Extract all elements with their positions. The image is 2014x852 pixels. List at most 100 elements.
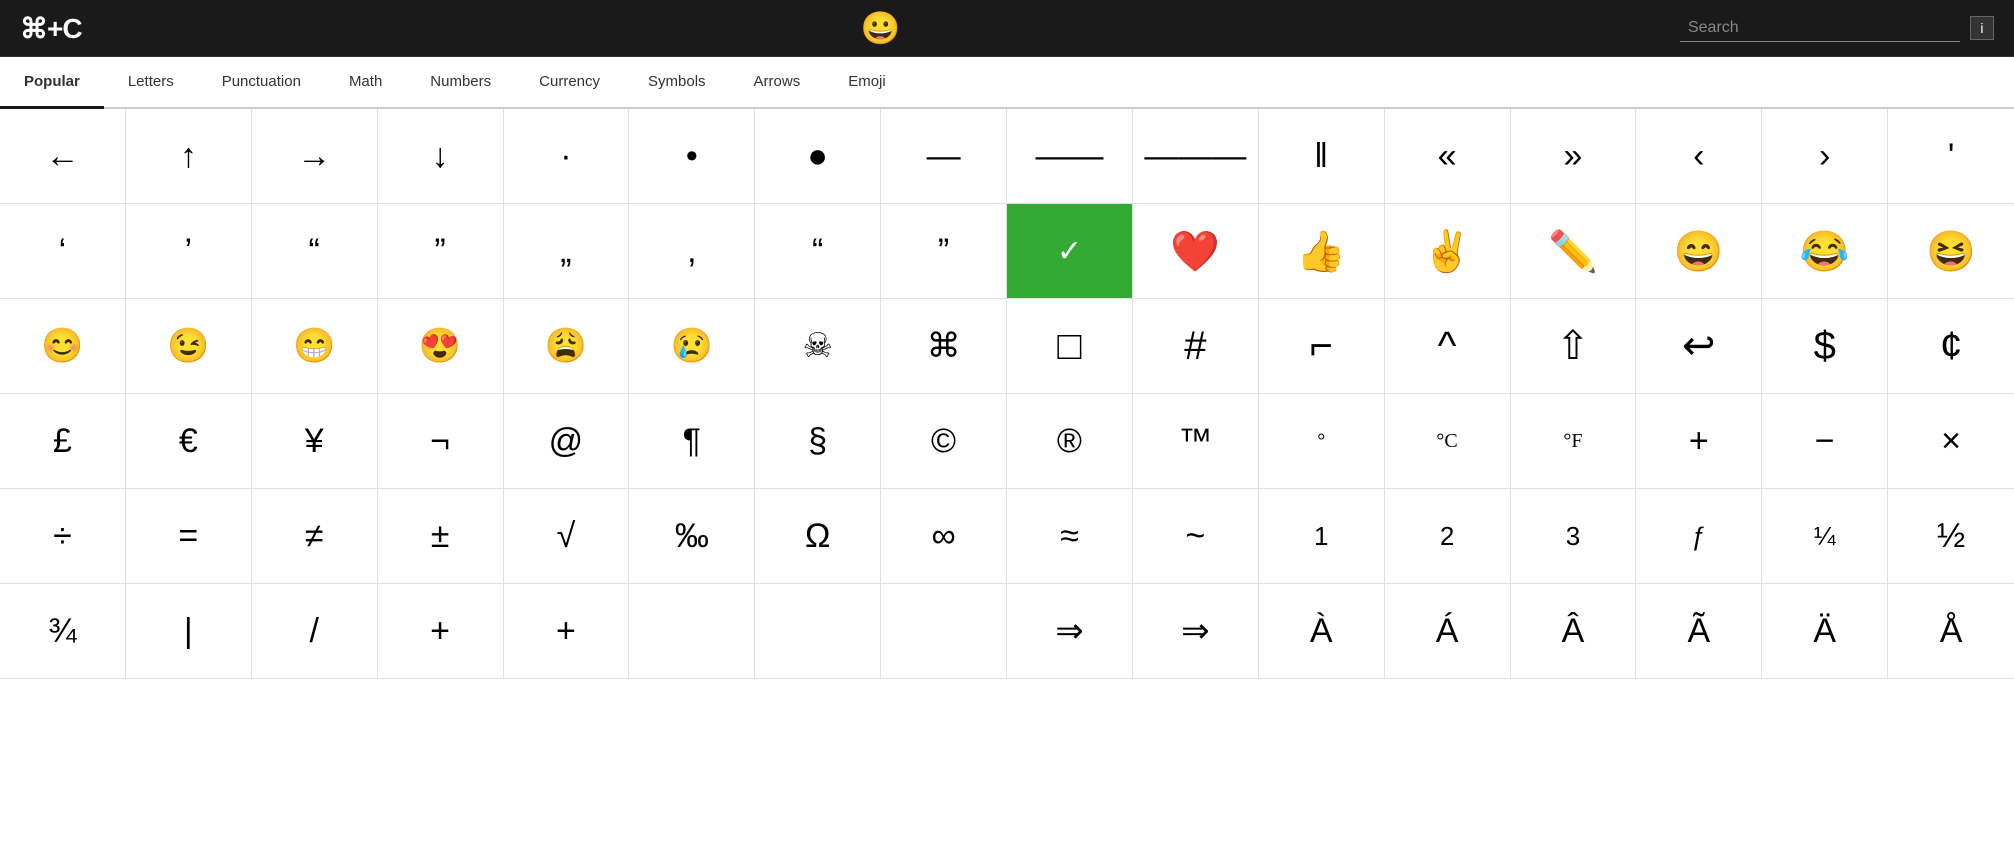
symbol-cell[interactable]: ⌐ [1259,299,1385,394]
symbol-cell[interactable]: + [1636,394,1762,489]
nav-item-letters[interactable]: Letters [104,57,198,109]
symbol-cell[interactable]: ” [881,204,1007,299]
symbol-cell[interactable]: ~ [1133,489,1259,584]
symbol-cell[interactable]: ✓ [1007,204,1133,299]
symbol-cell[interactable]: ← [0,109,126,204]
search-input[interactable] [1680,15,1960,42]
symbol-cell[interactable]: ——— [1133,109,1259,204]
symbol-cell[interactable]: ‖ [1259,109,1385,204]
symbol-cell[interactable]: Á [1385,584,1511,679]
symbol-cell[interactable]: › [1762,109,1888,204]
symbol-cell[interactable]: + [378,584,504,679]
symbol-cell[interactable]: “ [755,204,881,299]
symbol-cell[interactable]: 😉 [126,299,252,394]
symbol-cell[interactable]: § [755,394,881,489]
symbol-cell[interactable]: © [881,394,1007,489]
symbol-cell[interactable]: Å [1888,584,2014,679]
symbol-cell[interactable]: £ [0,394,126,489]
symbol-cell[interactable]: ↑ [126,109,252,204]
symbol-cell[interactable]: ™ [1133,394,1259,489]
symbol-cell[interactable]: ¢ [1888,299,2014,394]
symbol-cell[interactable]: ¶ [629,394,755,489]
symbol-cell[interactable]: · [504,109,630,204]
info-button[interactable]: i [1970,16,1994,40]
symbol-cell[interactable]: ⌘ [881,299,1007,394]
symbol-cell[interactable]: ÷ [0,489,126,584]
symbol-cell[interactable]: | [126,584,252,679]
symbol-cell[interactable]: 😆 [1888,204,2014,299]
symbol-cell[interactable]: ½ [1888,489,2014,584]
symbol-cell[interactable]: ¼ [1762,489,1888,584]
symbol-cell[interactable]: × [1888,394,2014,489]
symbol-cell[interactable]: = [126,489,252,584]
symbol-cell[interactable]: 😍 [378,299,504,394]
symbol-cell[interactable] [629,584,755,679]
symbol-cell[interactable]: ⇧ [1511,299,1637,394]
symbol-cell[interactable]: # [1133,299,1259,394]
symbol-cell[interactable]: ↓ [378,109,504,204]
nav-item-symbols[interactable]: Symbols [624,57,730,109]
symbol-cell[interactable]: “ [252,204,378,299]
symbol-cell[interactable]: € [126,394,252,489]
symbol-cell[interactable]: ∞ [881,489,1007,584]
symbol-cell[interactable]: @ [504,394,630,489]
symbol-cell[interactable]: ¬ [378,394,504,489]
symbol-cell[interactable]: , [629,204,755,299]
symbol-cell[interactable]: À [1259,584,1385,679]
symbol-cell[interactable]: 1 [1259,489,1385,584]
symbol-cell[interactable]: − [1762,394,1888,489]
symbol-cell[interactable]: 😁 [252,299,378,394]
symbol-cell[interactable]: ↩ [1636,299,1762,394]
symbol-cell[interactable]: ‹ [1636,109,1762,204]
symbol-cell[interactable] [881,584,1007,679]
symbol-cell[interactable]: 😢 [629,299,755,394]
symbol-cell[interactable]: « [1385,109,1511,204]
symbol-cell[interactable]: ⇒ [1133,584,1259,679]
symbol-cell[interactable]: — [881,109,1007,204]
nav-item-math[interactable]: Math [325,57,406,109]
symbol-cell[interactable]: / [252,584,378,679]
symbol-cell[interactable]: ✏️ [1511,204,1637,299]
nav-item-arrows[interactable]: Arrows [730,57,825,109]
symbol-cell[interactable]: „ [504,204,630,299]
symbol-cell[interactable]: ≈ [1007,489,1133,584]
symbol-cell[interactable]: 2 [1385,489,1511,584]
symbol-cell[interactable]: Â [1511,584,1637,679]
symbol-cell[interactable]: → [252,109,378,204]
symbol-cell[interactable]: √ [504,489,630,584]
symbol-cell[interactable]: —— [1007,109,1133,204]
symbol-cell[interactable]: Ä [1762,584,1888,679]
symbol-cell[interactable]: + [504,584,630,679]
symbol-cell[interactable]: °C [1385,394,1511,489]
symbol-cell[interactable]: 3 [1511,489,1637,584]
symbol-cell[interactable]: ❤️ [1133,204,1259,299]
symbol-cell[interactable]: ‰ [629,489,755,584]
symbol-cell[interactable]: ^ [1385,299,1511,394]
symbol-cell[interactable]: 😩 [504,299,630,394]
symbol-cell[interactable]: ® [1007,394,1133,489]
nav-item-punctuation[interactable]: Punctuation [198,57,325,109]
symbol-cell[interactable]: ⇒ [1007,584,1133,679]
symbol-cell[interactable]: ' [1888,109,2014,204]
symbol-cell[interactable]: ☠ [755,299,881,394]
symbol-cell[interactable]: ● [755,109,881,204]
symbol-cell[interactable]: Ã [1636,584,1762,679]
symbol-cell[interactable]: □ [1007,299,1133,394]
symbol-cell[interactable]: °F [1511,394,1637,489]
symbol-cell[interactable]: ¥ [252,394,378,489]
symbol-cell[interactable]: ± [378,489,504,584]
symbol-cell[interactable]: » [1511,109,1637,204]
symbol-cell[interactable]: ¾ [0,584,126,679]
symbol-cell[interactable]: ° [1259,394,1385,489]
symbol-cell[interactable]: $ [1762,299,1888,394]
symbol-cell[interactable]: ” [378,204,504,299]
symbol-cell[interactable]: Ω [755,489,881,584]
symbol-cell[interactable]: 😊 [0,299,126,394]
symbol-cell[interactable]: 😄 [1636,204,1762,299]
symbol-cell[interactable] [755,584,881,679]
nav-item-currency[interactable]: Currency [515,57,624,109]
symbol-cell[interactable]: 👍 [1259,204,1385,299]
symbol-cell[interactable]: ’ [126,204,252,299]
symbol-cell[interactable]: ≠ [252,489,378,584]
nav-item-numbers[interactable]: Numbers [406,57,515,109]
